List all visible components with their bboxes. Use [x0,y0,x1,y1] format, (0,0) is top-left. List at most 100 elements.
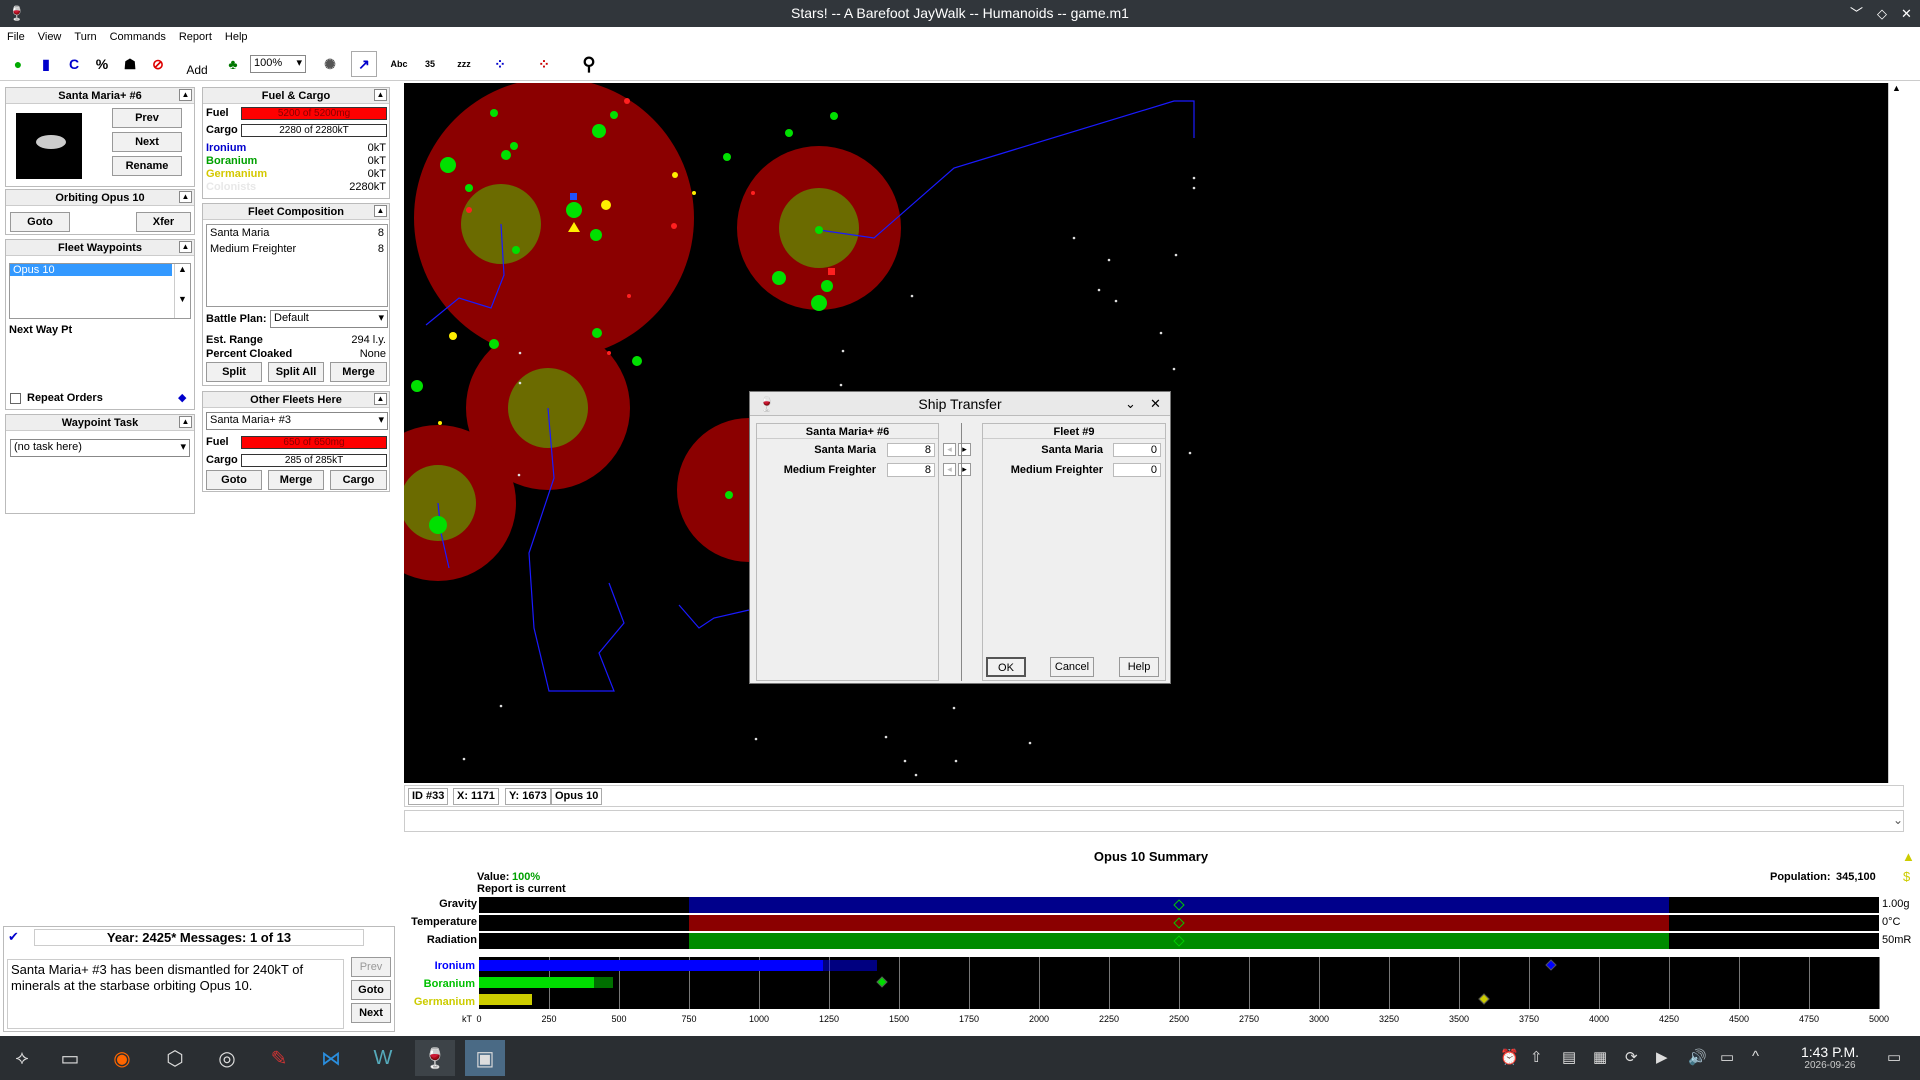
waypoints-list[interactable]: Opus 10 ▲ ▼ [9,263,191,319]
planet[interactable] [632,356,642,366]
planet[interactable] [672,172,678,178]
planet[interactable] [438,421,442,425]
planet[interactable] [610,111,618,119]
help-button[interactable]: Help [1119,657,1159,677]
next-button[interactable]: Next [112,132,182,152]
enemy-filter-icon[interactable]: ⁘ [531,51,557,77]
terminal-icon[interactable]: ▤ [1562,1048,1576,1066]
planet[interactable] [440,157,456,173]
media-icon[interactable]: ▶ [1656,1048,1668,1066]
route-icon[interactable]: ↗ [351,51,377,77]
stars-app-icon[interactable]: 🍷 [415,1040,455,1076]
prev-message-button[interactable]: Prev [351,957,391,977]
planet[interactable] [489,339,499,349]
steam-icon[interactable]: ◎ [207,1040,247,1076]
waypoint-count-icon[interactable]: 35 [417,51,443,77]
planet-view-icon[interactable]: ● [5,51,31,77]
planet[interactable] [627,294,631,298]
planet[interactable] [772,271,786,285]
dialog-window-icon[interactable]: ▣ [465,1040,505,1076]
ok-button[interactable]: OK [986,657,1026,677]
battle-plan-select[interactable]: Default ▾ [270,310,388,328]
alarm-icon[interactable]: ⏰ [1500,1048,1519,1066]
next-message-button[interactable]: Next [351,1003,391,1023]
percent-icon[interactable]: % [89,51,115,77]
planet[interactable] [751,191,755,195]
rename-button[interactable]: Rename [112,156,182,176]
planet[interactable] [811,295,827,311]
ship-design-icon[interactable]: ♣ [220,51,246,77]
collapse-icon[interactable]: ▲ [179,191,192,203]
abc-icon[interactable]: Abc [386,51,412,77]
goto-button[interactable]: Goto [206,470,262,490]
planet[interactable] [815,226,823,234]
menu-commands[interactable]: Commands [103,29,172,43]
update-icon[interactable]: ⇧ [1530,1048,1543,1066]
ship-list[interactable]: Santa Maria 8 Medium Freighter 8 [206,224,388,307]
other-fleet-select[interactable]: Santa Maria+ #3 ▾ [206,412,388,430]
task-select[interactable]: (no task here) ▾ [10,439,190,457]
collapse-icon[interactable]: ▲ [179,416,192,428]
collapse-icon[interactable]: ▲ [374,205,387,217]
firefox-icon[interactable]: ◉ [102,1040,142,1076]
planet[interactable] [590,229,602,241]
chevron-up-icon[interactable]: ^ [1752,1048,1759,1065]
menu-file[interactable]: File [0,29,31,43]
scroll-up-icon[interactable]: ▲ [1889,83,1904,93]
goto-button[interactable]: Goto [10,212,70,232]
planet[interactable] [601,200,611,210]
cancel-button[interactable]: Cancel [1050,657,1094,677]
planet[interactable] [607,351,611,355]
cargo-button[interactable]: Cargo [330,470,387,490]
collapse-icon[interactable]: ▲ [179,89,192,101]
launcher-icon[interactable]: ⟡ [2,1040,42,1076]
goto-message-button[interactable]: Goto [351,980,391,1000]
planet[interactable] [411,380,423,392]
network-icon[interactable]: ▭ [1720,1048,1734,1066]
checkmark-icon[interactable]: ✔ [8,929,19,945]
planet[interactable] [465,184,473,192]
merge-button[interactable]: Merge [268,470,324,490]
fleet-marker-icon[interactable] [570,193,577,200]
zoom-select[interactable]: 100% ▾ [250,55,306,73]
no-info-icon[interactable]: ⊘ [145,51,171,77]
show-desktop-icon[interactable]: ▭ [1887,1048,1901,1066]
merge-button[interactable]: Merge [330,362,387,382]
population-icon[interactable]: ☗ [117,51,143,77]
planet[interactable] [501,150,511,160]
scanner-icon[interactable]: ✺ [317,51,343,77]
planet[interactable] [592,124,606,138]
move-left-icon[interactable]: ◂ [943,443,956,456]
move-right-icon[interactable]: ▸ [958,463,971,476]
file-manager-icon[interactable]: ▭ [50,1040,90,1076]
collapse-icon[interactable]: ▲ [179,241,192,253]
menu-help[interactable]: Help [218,29,254,43]
repeat-diamond-icon[interactable]: ◆ [178,391,186,404]
planet[interactable] [624,98,630,104]
menu-turn[interactable]: Turn [67,29,102,43]
repeat-orders-checkbox[interactable] [10,393,21,404]
waypoint-item[interactable]: Opus 10 [10,264,172,276]
minimize-icon[interactable]: ﹀ [1850,0,1863,27]
close-icon[interactable]: ✕ [1150,392,1161,416]
chevron-down-icon[interactable]: ⌄ [1125,392,1136,416]
planet[interactable] [830,112,838,120]
fleet-filter-icon[interactable]: ⁘ [487,51,513,77]
planet[interactable] [785,129,793,137]
fleet-marker-icon[interactable] [828,268,835,275]
planet[interactable] [725,491,733,499]
split-all-button[interactable]: Split All [268,362,324,382]
planet[interactable] [449,332,457,340]
collapse-icon[interactable]: ▲ [374,89,387,101]
move-right-icon[interactable]: ▸ [958,443,971,456]
idle-fleets-icon[interactable]: zzz [451,51,477,77]
clipboard-icon[interactable]: ▦ [1593,1048,1607,1066]
search-icon[interactable]: ⚲ [576,51,602,77]
planet[interactable] [592,328,602,338]
planet[interactable] [510,142,518,150]
planet[interactable] [466,207,472,213]
planet[interactable] [723,153,731,161]
surface-minerals-icon[interactable]: ▮ [33,51,59,77]
planet[interactable] [429,516,447,534]
planet[interactable] [566,202,582,218]
